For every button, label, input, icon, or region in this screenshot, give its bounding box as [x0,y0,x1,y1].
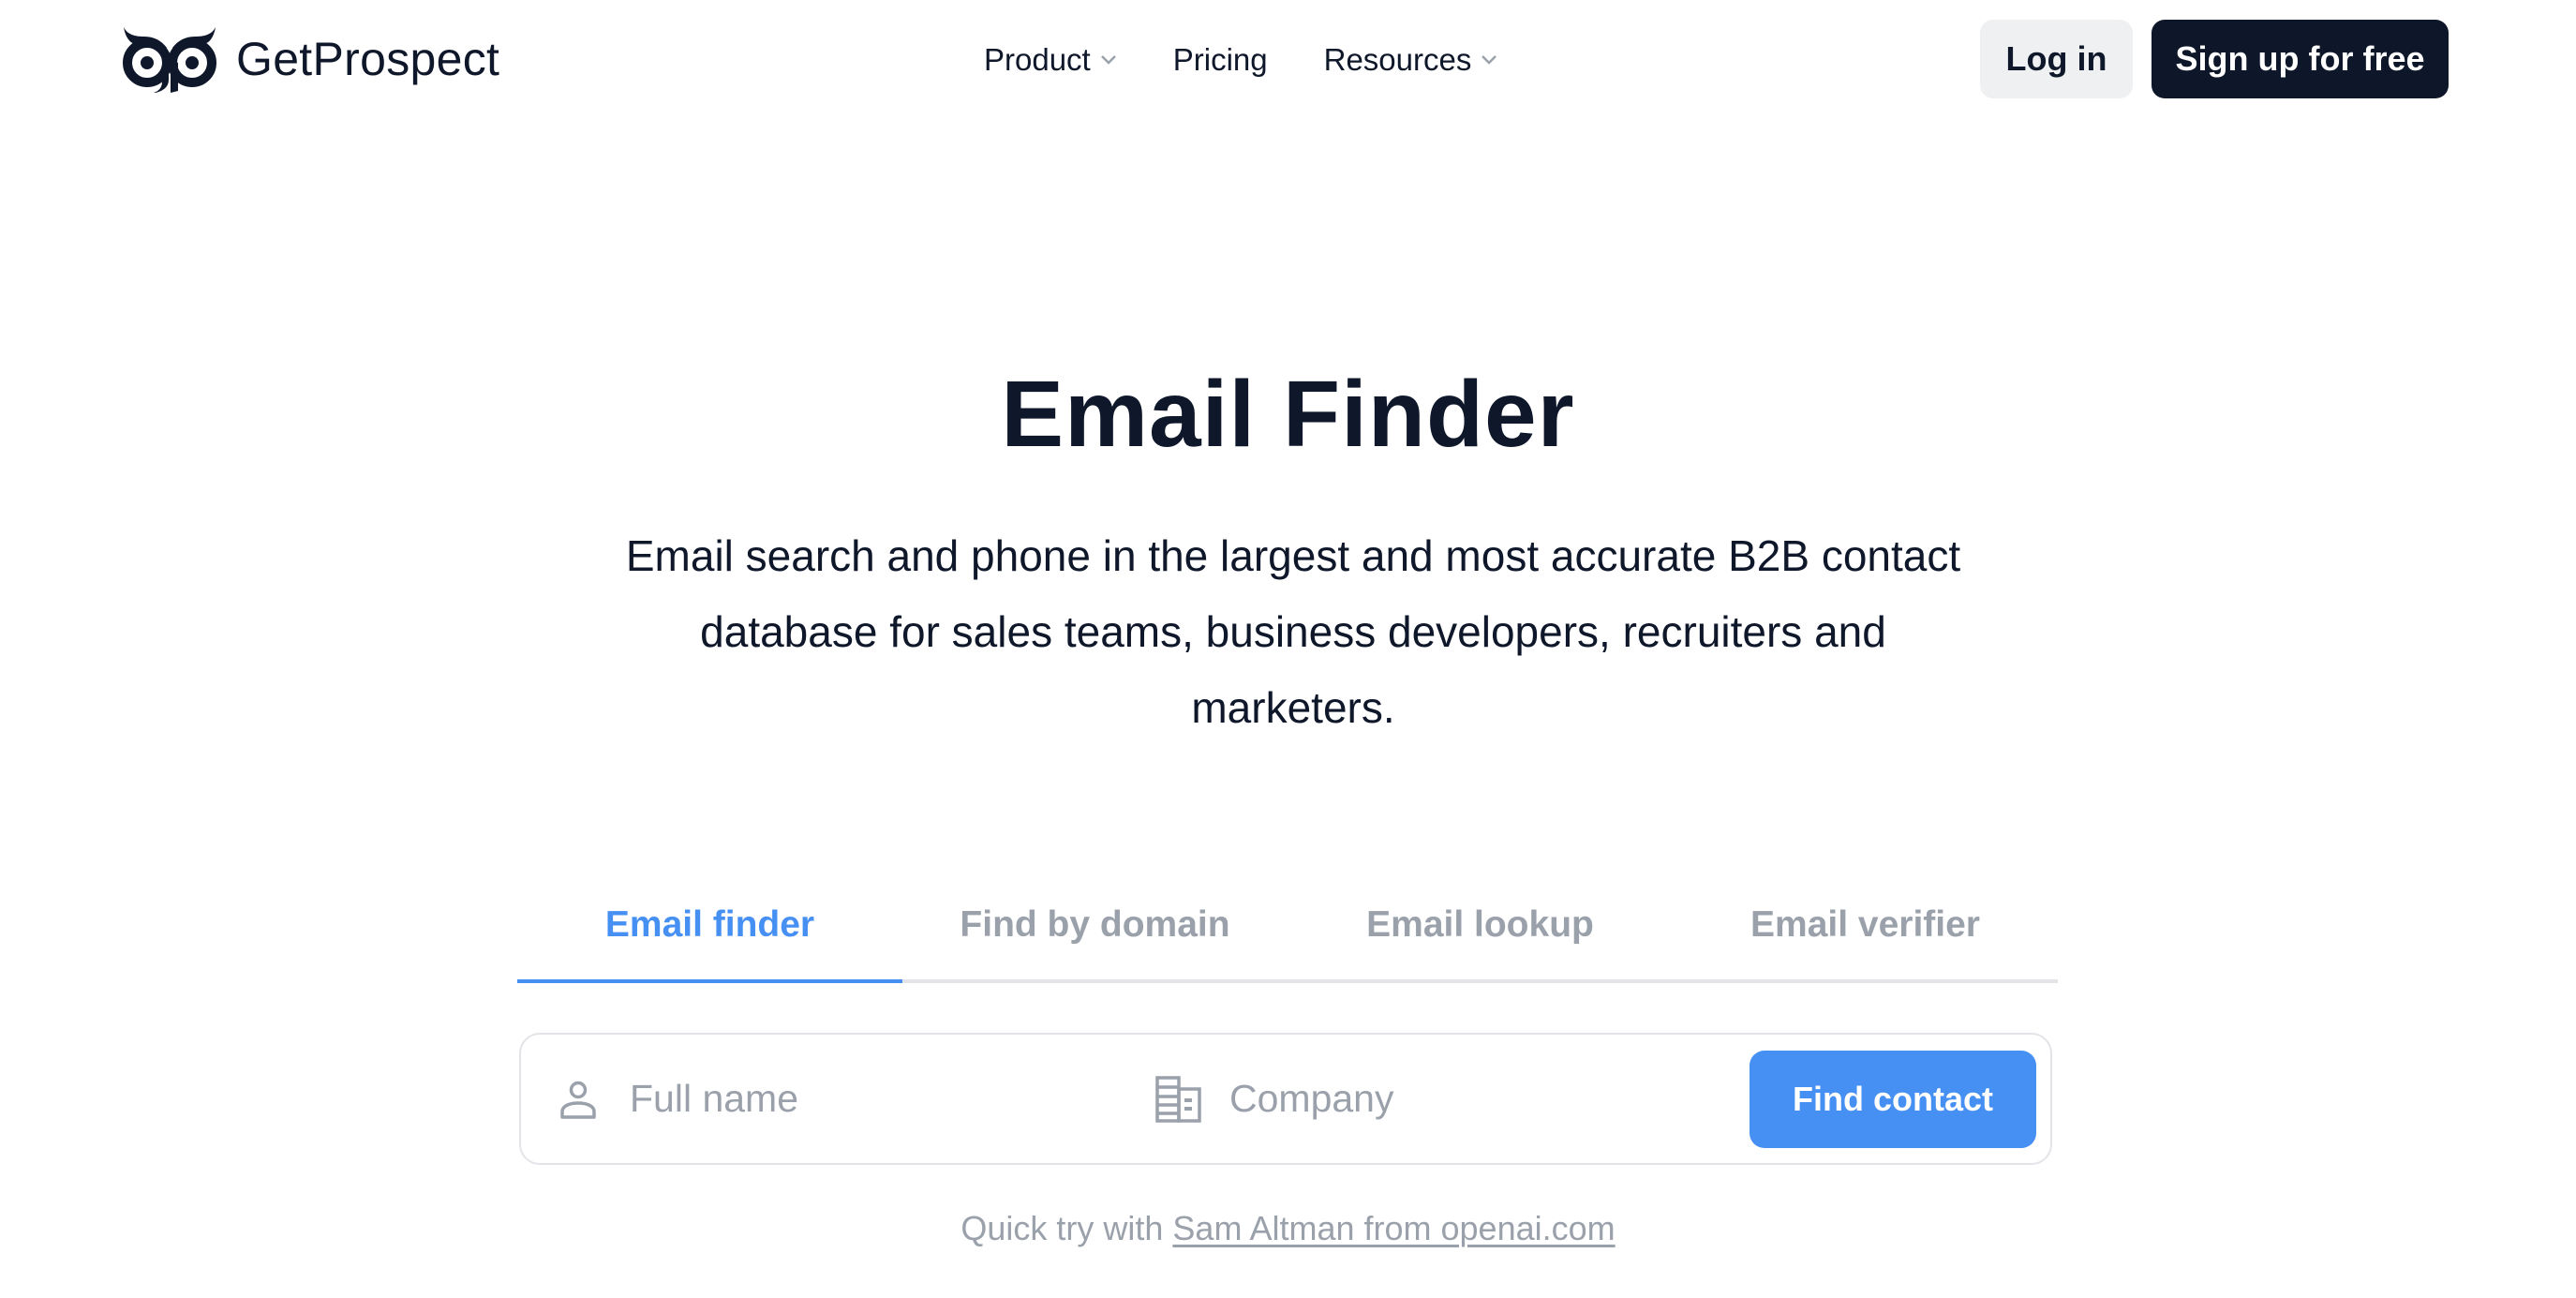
chevron-down-icon [1100,55,1116,65]
tab-email-verifier[interactable]: Email verifier [1673,876,2058,979]
email-finder-form: Find contact [519,1033,2052,1165]
find-contact-button[interactable]: Find contact [1750,1051,2036,1148]
page-subtitle: Email search and phone in the largest an… [625,531,1961,732]
nav-pricing-label: Pricing [1172,42,1268,77]
tool-tabs: Email finder Find by domain Email lookup… [517,876,2058,983]
company-input[interactable] [1229,1077,1679,1121]
owl-logo-icon [123,27,216,93]
nav-product-label: Product [984,42,1091,77]
user-icon [560,1081,596,1119]
tab-find-by-domain[interactable]: Find by domain [902,876,1288,979]
page-title: Email Finder [1001,362,1575,467]
quick-try-prefix: Quick try with [960,1209,1164,1247]
nav-resources[interactable]: Resources [1324,42,1498,78]
brand-name: GetProspect [236,33,500,85]
building-icon [1155,1075,1201,1123]
company-field-wrapper [1154,1035,1717,1163]
nav-product[interactable]: Product [984,42,1117,78]
quick-try: Quick try with Sam Altman from openai.co… [0,1209,2576,1248]
logo-link[interactable]: GetProspect [122,25,499,93]
nav-pricing[interactable]: Pricing [1173,42,1268,78]
login-button[interactable]: Log in [1980,20,2133,98]
tab-email-lookup[interactable]: Email lookup [1288,876,1673,979]
signup-button[interactable]: Sign up for free [2152,20,2449,98]
full-name-field-wrapper [555,1035,1117,1163]
tab-email-finder[interactable]: Email finder [517,876,902,983]
nav-resources-label: Resources [1323,42,1472,77]
quick-try-link[interactable]: Sam Altman from openai.com [1172,1209,1615,1247]
full-name-input[interactable] [630,1077,1080,1121]
chevron-down-icon [1482,55,1497,65]
main-nav: Product Pricing Resources [984,34,1554,86]
